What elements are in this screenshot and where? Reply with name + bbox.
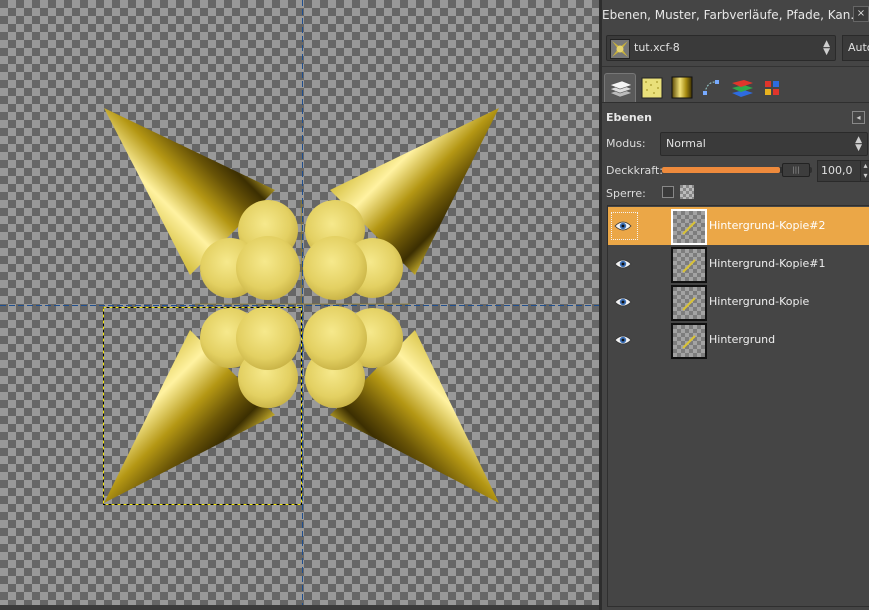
layer-preview-icon bbox=[682, 335, 696, 349]
opacity-value-field[interactable]: 100,0 bbox=[817, 160, 862, 182]
layer-thumbnail bbox=[671, 209, 707, 245]
eye-icon[interactable] bbox=[614, 295, 632, 309]
tab-colormap[interactable] bbox=[757, 73, 787, 101]
image-canvas[interactable] bbox=[0, 0, 599, 610]
colormap-icon bbox=[765, 81, 779, 95]
dock-close-button[interactable]: × bbox=[853, 6, 869, 22]
mode-value: Normal bbox=[666, 137, 706, 150]
eye-icon[interactable] bbox=[614, 333, 632, 347]
layer-name: Hintergrund-Kopie bbox=[709, 295, 810, 308]
opacity-slider-handle[interactable]: ||| bbox=[782, 163, 810, 177]
layer-name: Hintergrund-Kopie#1 bbox=[709, 257, 826, 270]
tab-layers[interactable] bbox=[604, 73, 636, 102]
layer-list: Hintergrund-Kopie#2 Hintergrund-Kopie#1 Hi… bbox=[607, 205, 869, 607]
paths-icon bbox=[703, 80, 719, 95]
canvas-scroll-area bbox=[0, 605, 599, 610]
layer-thumbnail bbox=[671, 285, 707, 321]
dock-title: Ebenen, Muster, Farbverläufe, Pfade, Kan… bbox=[602, 8, 862, 22]
gradient-icon bbox=[671, 76, 693, 99]
pattern-icon bbox=[641, 77, 663, 99]
layer-row[interactable]: Hintergrund bbox=[608, 321, 869, 359]
image-thumbnail bbox=[610, 39, 630, 59]
layers-dock: Ebenen, Muster, Farbverläufe, Pfade, Kan… bbox=[602, 0, 869, 610]
layer-row[interactable]: Hintergrund-Kopie#1 bbox=[608, 245, 869, 283]
lock-alpha-icon[interactable] bbox=[680, 185, 694, 199]
layer-thumbnail bbox=[671, 323, 707, 359]
tab-gradients[interactable] bbox=[667, 73, 697, 101]
mode-select[interactable]: Normal ▲ ▼ bbox=[660, 132, 868, 156]
layer-preview-icon bbox=[682, 221, 696, 235]
lock-pixels-checkbox[interactable] bbox=[662, 186, 674, 198]
mode-label: Modus: bbox=[606, 137, 646, 150]
eye-icon[interactable] bbox=[614, 257, 632, 271]
image-selector[interactable]: tut.xcf-8 ▲ ▼ bbox=[606, 35, 836, 61]
layers-panel-title: Ebenen bbox=[606, 111, 652, 124]
dock-separator bbox=[602, 66, 869, 67]
opacity-spin-button[interactable]: ▴ ▾ bbox=[860, 160, 869, 182]
panel-menu-button[interactable]: ◂ bbox=[852, 111, 865, 124]
layer-name: Hintergrund bbox=[709, 333, 776, 346]
auto-button[interactable]: Auto bbox=[842, 35, 869, 61]
layer-thumbnail bbox=[671, 247, 707, 283]
tab-channels[interactable] bbox=[727, 73, 757, 101]
layers-icon bbox=[609, 80, 633, 98]
opacity-slider-fill bbox=[662, 167, 780, 173]
lock-label: Sperre: bbox=[606, 187, 646, 200]
layer-preview-icon bbox=[682, 297, 696, 311]
tab-paths[interactable] bbox=[697, 73, 727, 101]
image-selector-value: tut.xcf-8 bbox=[634, 41, 680, 54]
layer-name: Hintergrund-Kopie#2 bbox=[709, 219, 826, 232]
layer-row[interactable]: Hintergrund-Kopie bbox=[608, 283, 869, 321]
star-artwork bbox=[0, 0, 599, 605]
layer-preview-icon bbox=[682, 259, 696, 273]
updown-icon: ▲ ▼ bbox=[855, 135, 862, 153]
updown-icon: ▲ ▼ bbox=[823, 39, 830, 57]
channels-icon bbox=[732, 80, 753, 97]
eye-icon[interactable] bbox=[614, 219, 632, 233]
tab-patterns[interactable] bbox=[637, 73, 667, 101]
layer-row[interactable]: Hintergrund-Kopie#2 bbox=[608, 207, 869, 245]
opacity-label: Deckkraft: bbox=[606, 164, 663, 177]
tabs-underline bbox=[602, 102, 869, 103]
